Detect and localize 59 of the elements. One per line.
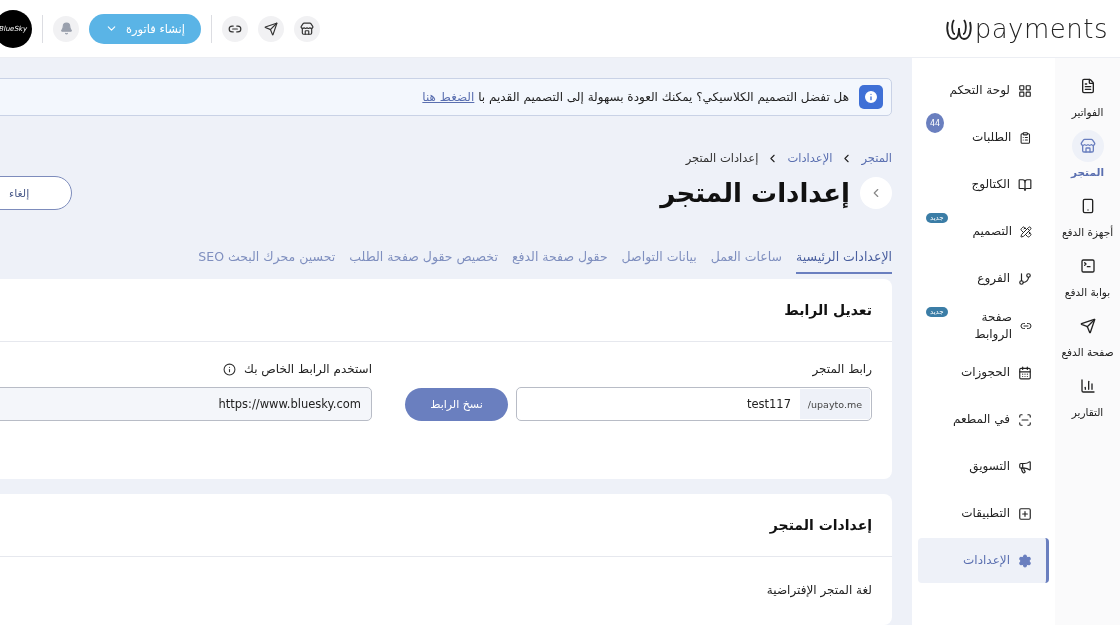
sidebar-label: لوحة التحكم — [948, 82, 1010, 99]
sidebar-label: في المطعم — [951, 411, 1010, 428]
field-label: رابط المتجر — [812, 362, 872, 376]
banner-link[interactable]: الضغط هنا — [422, 90, 475, 104]
sidebar-label: الطلبات — [971, 129, 1012, 146]
bell-icon[interactable] — [53, 15, 79, 42]
info-icon — [859, 85, 883, 109]
link-icon[interactable] — [221, 15, 248, 42]
book-icon — [1018, 177, 1032, 192]
scan-icon — [1018, 412, 1032, 427]
cancel-button[interactable]: إلغاء — [0, 176, 72, 210]
tab[interactable]: الإعدادات الرئيسية — [796, 246, 892, 274]
sidebar-item[interactable]: الإعدادات — [918, 538, 1049, 583]
pencil-ruler-icon — [1020, 224, 1032, 239]
sidebar-item[interactable]: الكتالوج — [918, 162, 1049, 207]
page-title: إعدادات المتجر — [660, 178, 850, 208]
sidebar-label: صفحة الروابط — [973, 308, 1013, 343]
card-title: تعديل الرابط — [784, 302, 872, 318]
custom-link-field[interactable]: https://www.bluesky.com — [0, 387, 372, 421]
sidebar-item[interactable]: لوحة التحكم — [918, 68, 1049, 113]
sidebar-item[interactable]: الحجوزات — [918, 350, 1049, 395]
card-title: إعدادات المتجر — [769, 517, 872, 533]
square-plus-icon — [1018, 506, 1032, 521]
breadcrumb-link[interactable]: إعدادات المتجر — [685, 151, 759, 165]
calendar-icon — [1018, 365, 1032, 380]
sidebar-label: الإعدادات — [962, 552, 1010, 569]
count-badge: 44 — [926, 113, 944, 133]
rail-label[interactable]: أجهزة الدفع — [1061, 226, 1114, 238]
sidebar-label: الكتالوج — [970, 176, 1010, 193]
banner-text: هل تفضل التصميم الكلاسيكي؟ يمكنك العودة بسهولة إلى التصميم القديم با الضغط هنا — [422, 90, 849, 104]
sidebar-label: التسويق — [968, 458, 1010, 475]
rail-label[interactable]: الفواتير — [1071, 106, 1104, 118]
rail-label[interactable]: صفحة الدفع — [1061, 346, 1114, 358]
rail-label[interactable]: التقارير — [1071, 406, 1104, 418]
sidebar-label: الحجوزات — [959, 364, 1010, 381]
rail-label[interactable]: المتجر — [1071, 166, 1104, 178]
logo-text: payments — [974, 13, 1108, 44]
breadcrumb-link[interactable]: المتجر — [861, 151, 892, 165]
rail-label[interactable]: بوابة الدفع — [1064, 286, 1111, 298]
settings-icon — [1018, 553, 1032, 568]
grid-icon — [1018, 83, 1032, 98]
store-icon[interactable] — [293, 15, 320, 42]
megaphone-icon — [1018, 459, 1032, 474]
url-prefix: /upayto.me — [799, 389, 870, 419]
sidebar-label: التطبيقات — [960, 505, 1010, 522]
info-icon[interactable] — [223, 362, 237, 376]
sidebar-label: الفروع — [976, 270, 1010, 287]
branch-icon — [1018, 271, 1032, 286]
sidebar-item[interactable]: التسويق — [918, 444, 1049, 489]
sidebar-item[interactable]: في المطعم — [918, 397, 1049, 442]
send-icon[interactable] — [257, 15, 284, 42]
sidebar-item[interactable]: الفروع — [918, 256, 1049, 301]
field-label: لغة المتجر الإفتراضية — [766, 583, 872, 597]
clipboard-icon — [1019, 130, 1032, 145]
sidebar-label: التصميم — [971, 223, 1013, 240]
copy-link-button[interactable]: نسخ الرابط — [405, 388, 508, 421]
sidebar-item[interactable]: التطبيقات — [918, 491, 1049, 536]
field-label: استخدم الرابط الخاص بك — [244, 362, 372, 376]
breadcrumb-link[interactable]: الإعدادات — [787, 151, 833, 165]
